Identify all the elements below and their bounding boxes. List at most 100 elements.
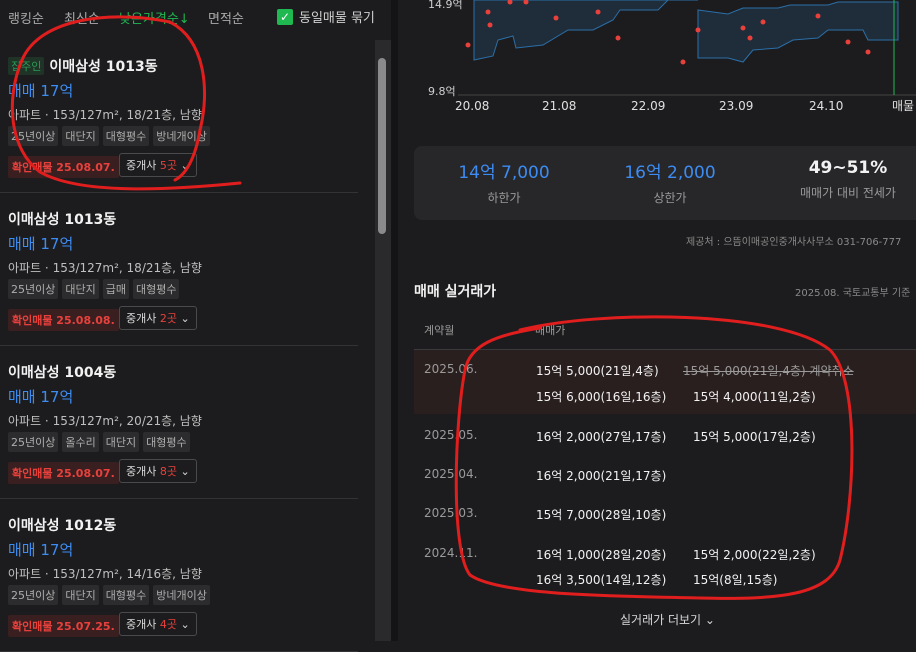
tag: 25년이상 bbox=[8, 279, 59, 299]
y-label: 9.8억 bbox=[428, 85, 456, 98]
row-month: 2025.05. bbox=[424, 428, 478, 442]
listing-scrollbar[interactable] bbox=[375, 40, 391, 641]
listing-desc: 아파트 · 153/127m², 20/21층, 남향 bbox=[8, 414, 202, 428]
tag: 25년이상 bbox=[8, 432, 59, 452]
tag: 방네개이상 bbox=[153, 585, 210, 605]
listing-card[interactable]: 이매삼성 1013동 매매 17억 아파트 · 153/127m², 18/21… bbox=[0, 193, 358, 346]
listing-name: 이매삼성 1013동 bbox=[49, 59, 158, 75]
agent-count: 2곳 bbox=[159, 312, 177, 325]
deal-point bbox=[680, 59, 686, 65]
table-header: 계약월 매매가 bbox=[414, 310, 916, 350]
deal-entry: 15억(8일,15층) bbox=[693, 573, 778, 587]
x-label: 20.08 bbox=[455, 99, 489, 113]
chevron-down-icon: ⌄ bbox=[180, 618, 190, 631]
table-row: 2025.03. 15억 7,000(28일,10층) bbox=[414, 494, 916, 534]
detail-panel: 14.9억 9.8억 20.08 21.08 22.09 23.09 24.10… bbox=[398, 0, 916, 641]
table-row: 2025.05. 16억 2,000(27일,17층) 15억 5,000(17… bbox=[414, 414, 916, 454]
more-label: 실거래가 더보기 bbox=[620, 613, 702, 627]
listing-card[interactable]: 집주인 이매삼성 1013동 매매 17억 아파트 · 153/127m², 18… bbox=[0, 40, 358, 193]
x-label: 22.09 bbox=[631, 99, 665, 113]
x-label: 24.10 bbox=[809, 99, 843, 113]
group-duplicates-toggle[interactable]: ✓ 동일매물 묶기 bbox=[277, 7, 375, 26]
confirmed-badge: 확인매물 25.08.08. bbox=[8, 309, 119, 331]
tag: 대형평수 bbox=[132, 279, 180, 299]
stat-label: 상한가 bbox=[653, 191, 687, 205]
deal-entry: 15억 2,000(22일,2층) bbox=[693, 548, 816, 562]
listing-desc: 아파트 · 153/127m², 18/21층, 남향 bbox=[8, 261, 202, 275]
agent-label: 중개사 bbox=[126, 465, 157, 478]
row-month: 2025.06. bbox=[424, 362, 478, 376]
tag: 대단지 bbox=[62, 585, 99, 605]
listing-price: 매매 17억 bbox=[8, 235, 74, 253]
tag: 대형평수 bbox=[102, 585, 150, 605]
agent-label: 중개사 bbox=[126, 159, 157, 172]
listing-price: 매매 17억 bbox=[8, 82, 74, 100]
sort-ranking[interactable]: 랭킹순 bbox=[8, 8, 44, 27]
confirmed-badge: 확인매물 25.08.07. bbox=[8, 156, 119, 178]
tag: 25년이상 bbox=[8, 126, 59, 146]
listing-card[interactable]: 이매삼성 1004동 매매 17억 아파트 · 153/127m², 20/21… bbox=[0, 346, 358, 499]
deal-point bbox=[485, 9, 491, 15]
deal-entry: 15억 5,000(17일,2층) bbox=[693, 430, 816, 444]
section-title: 매매 실거래가 bbox=[414, 284, 497, 300]
chevron-down-icon: ⌄ bbox=[701, 613, 715, 627]
group-duplicates-label: 동일매물 묶기 bbox=[299, 11, 375, 26]
listing-price: 매매 17억 bbox=[8, 541, 74, 559]
chevron-down-icon: ⌄ bbox=[180, 312, 190, 325]
confirmed-badge: 확인매물 25.08.07. bbox=[8, 462, 119, 484]
deal-entry: 15억 5,000(21일,4층) bbox=[536, 364, 659, 378]
agent-dropdown[interactable]: 중개사 5곳 ⌄ bbox=[119, 153, 197, 177]
x-label: 매물 bbox=[892, 99, 914, 113]
deal-point bbox=[487, 22, 493, 28]
source-text: 제공처 : 으뜸이매공인중개사사무소 031-706-777 bbox=[686, 237, 902, 248]
deal-entry: 15억 7,000(28일,10층) bbox=[536, 508, 667, 522]
owner-badge: 집주인 bbox=[8, 57, 45, 75]
confirmed-badge: 확인매물 25.07.25. bbox=[8, 615, 119, 637]
tag: 대형평수 bbox=[143, 432, 190, 452]
deal-entry: 15억 6,000(16일,16층) bbox=[536, 390, 667, 404]
deal-point bbox=[695, 27, 701, 33]
deal-point bbox=[615, 35, 621, 41]
agent-dropdown[interactable]: 중개사 8곳 ⌄ bbox=[119, 459, 197, 483]
deal-point bbox=[740, 25, 746, 31]
listing-name: 이매삼성 1013동 bbox=[8, 212, 117, 228]
deal-entry: 16억 1,000(28일,20층) bbox=[536, 548, 667, 562]
deal-point bbox=[553, 15, 559, 21]
scrollbar-thumb[interactable] bbox=[378, 58, 386, 234]
jeonse-ratio: 49~51% 매매가 대비 전세가 bbox=[780, 158, 916, 201]
upper-price: 16억 2,000 상한가 bbox=[620, 158, 720, 206]
deal-point bbox=[845, 39, 851, 45]
deal-point bbox=[595, 9, 601, 15]
stat-label: 매매가 대비 전세가 bbox=[800, 186, 896, 200]
tag: 대형평수 bbox=[102, 126, 150, 146]
tag: 방네개이상 bbox=[153, 126, 210, 146]
x-label: 21.08 bbox=[542, 99, 576, 113]
table-row: 2024.11. 16억 1,000(28일,20층) 15억 2,000(22… bbox=[414, 534, 916, 598]
agent-count: 5곳 bbox=[159, 159, 177, 172]
stat-value: 14억 7,000 bbox=[458, 163, 550, 183]
agent-dropdown[interactable]: 중개사 4곳 ⌄ bbox=[119, 612, 197, 636]
sort-latest[interactable]: 최신순 bbox=[64, 8, 100, 27]
checkbox-icon[interactable]: ✓ bbox=[277, 8, 293, 25]
listing-name: 이매삼성 1012동 bbox=[8, 518, 117, 534]
deal-entry: 16억 2,000(21일,17층) bbox=[536, 469, 667, 483]
row-month: 2025.04. bbox=[424, 467, 478, 481]
listing-desc: 아파트 · 153/127m², 14/16층, 남향 bbox=[8, 567, 202, 581]
deal-entry: 16억 3,500(14일,12층) bbox=[536, 573, 667, 587]
sort-area[interactable]: 면적순 bbox=[208, 8, 244, 27]
row-month: 2025.03. bbox=[424, 506, 478, 520]
sort-low-price[interactable]: 낮은가격순↓ bbox=[119, 8, 190, 27]
panel-divider[interactable] bbox=[391, 0, 398, 641]
col-month: 계약월 bbox=[424, 324, 455, 337]
listing-panel: 랭킹순 최신순 낮은가격순↓ 면적순 ✓ 동일매물 묶기 집주인 이매삼성 101… bbox=[0, 0, 375, 652]
deal-point bbox=[760, 19, 766, 25]
tag: 급매 bbox=[102, 279, 129, 299]
tag: 올수리 bbox=[62, 432, 99, 452]
tag: 대단지 bbox=[62, 126, 99, 146]
chevron-down-icon: ⌄ bbox=[180, 159, 190, 172]
y-label: 14.9억 bbox=[428, 0, 463, 11]
listing-desc: 아파트 · 153/127m², 18/21층, 남향 bbox=[8, 108, 202, 122]
agent-dropdown[interactable]: 중개사 2곳 ⌄ bbox=[119, 306, 197, 330]
listing-card[interactable]: 이매삼성 1012동 매매 17억 아파트 · 153/127m², 14/16… bbox=[0, 499, 358, 652]
more-deals-button[interactable]: 실거래가 더보기 ⌄ bbox=[620, 611, 715, 628]
